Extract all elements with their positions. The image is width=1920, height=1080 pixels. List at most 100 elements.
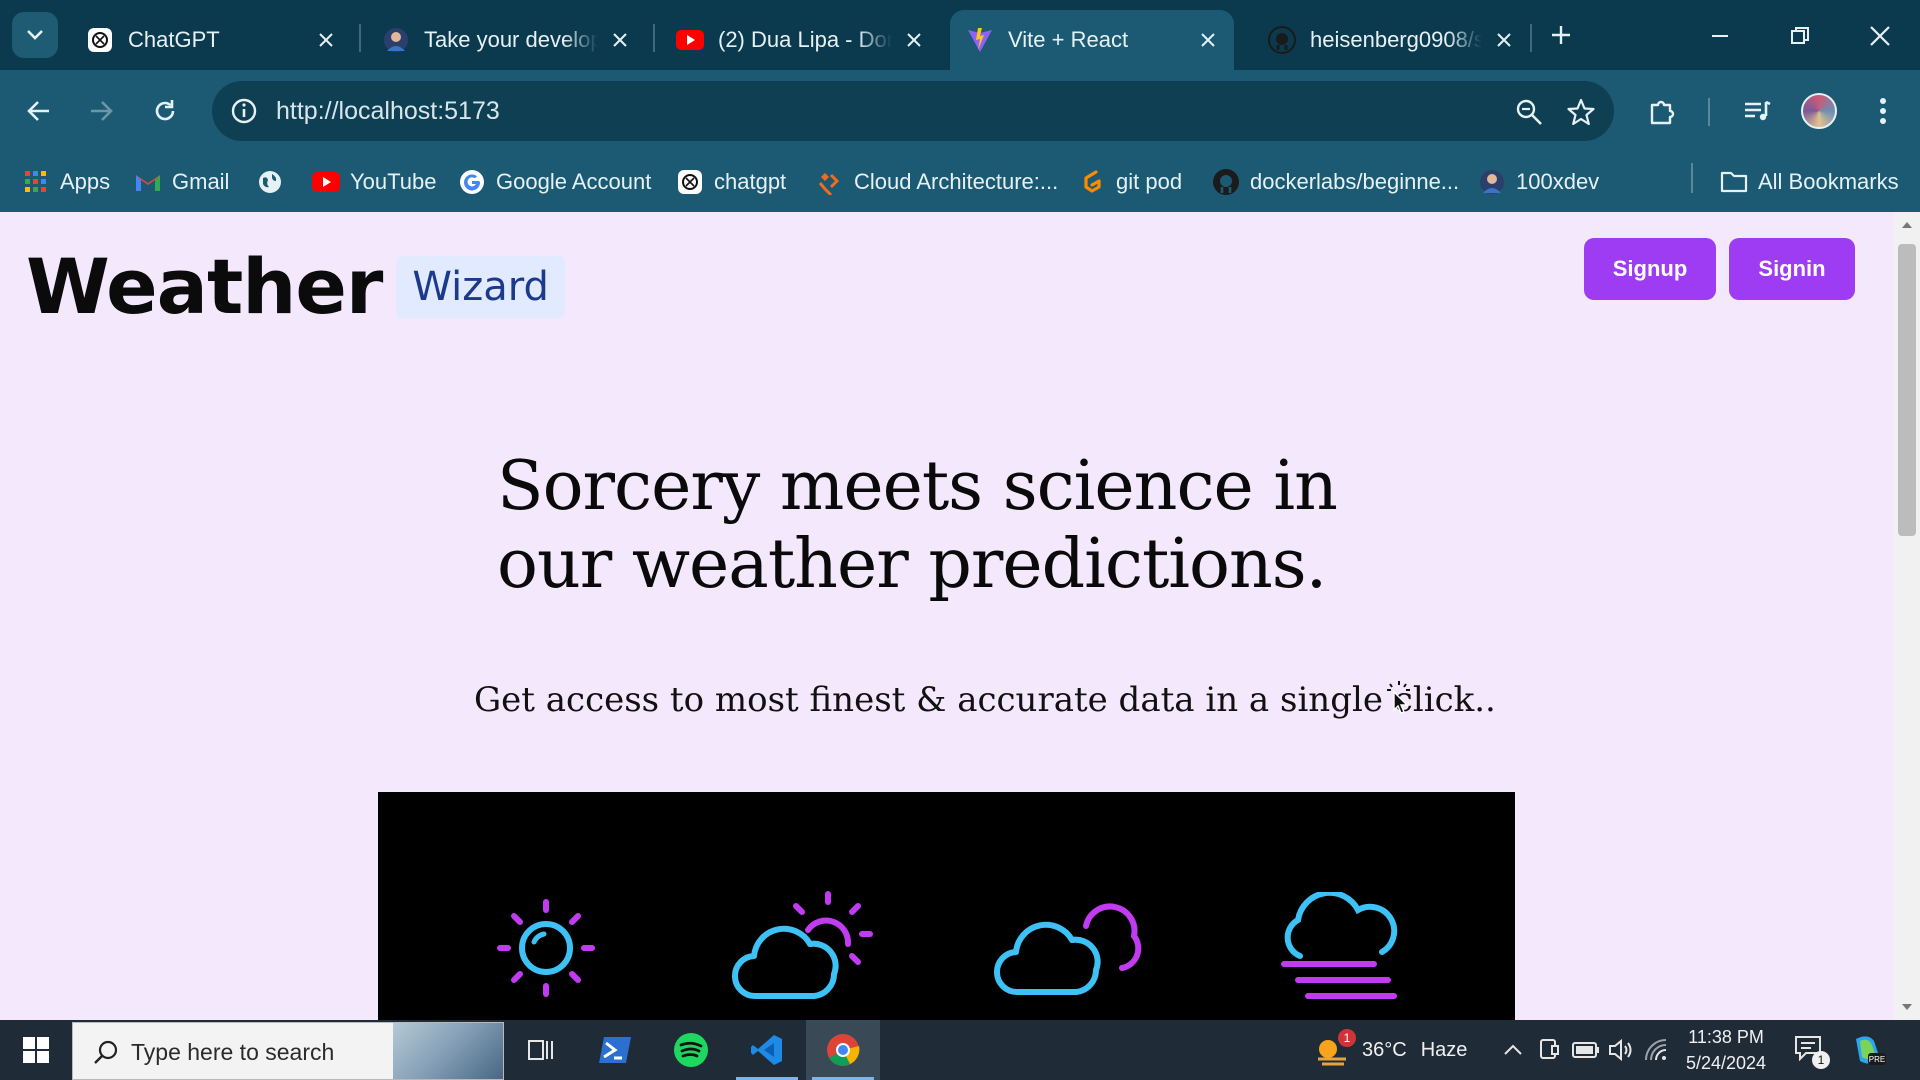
chatgpt-icon bbox=[676, 168, 704, 196]
signin-button[interactable]: Signin bbox=[1729, 238, 1855, 300]
vite-icon bbox=[966, 26, 994, 54]
taskbar-chrome[interactable] bbox=[806, 1020, 880, 1080]
avatar-icon bbox=[1478, 168, 1506, 196]
bookmark-globe[interactable] bbox=[256, 164, 294, 200]
bookmark-chatgpt[interactable]: chatgpt bbox=[676, 164, 786, 200]
puzzle-icon bbox=[1650, 100, 1675, 125]
bookmark-git-pod[interactable]: git pod bbox=[1078, 164, 1182, 200]
hero-subtitle: Get access to most finest & accurate dat… bbox=[474, 680, 1496, 720]
task-view-button[interactable] bbox=[504, 1020, 578, 1080]
brand-badge: Wizard bbox=[396, 255, 565, 318]
bookmark-apps[interactable]: Apps bbox=[22, 164, 110, 200]
meet-now-tray[interactable] bbox=[1538, 1020, 1560, 1080]
battery-tray[interactable] bbox=[1572, 1020, 1600, 1080]
search-placeholder: Type here to search bbox=[131, 1039, 335, 1065]
tab-dua-lipa[interactable]: (2) Dua Lipa - Don bbox=[660, 10, 940, 70]
reload-icon bbox=[155, 100, 175, 121]
tab-vite-react[interactable]: Vite + React bbox=[950, 10, 1234, 70]
clock-date: 5/24/2024 bbox=[1685, 1053, 1767, 1073]
windows-taskbar: Type here to search 1 36°C Haze 11:38 PM… bbox=[0, 1020, 1920, 1080]
site-info-icon[interactable] bbox=[226, 93, 262, 129]
wifi-icon bbox=[1645, 1039, 1667, 1061]
svg-text:PRE: PRE bbox=[1869, 1055, 1885, 1064]
address-bar[interactable]: http://localhost:5173 bbox=[212, 81, 1614, 141]
minimize-button[interactable] bbox=[1698, 14, 1742, 58]
back-button[interactable] bbox=[16, 88, 62, 134]
bookmark-label: Apps bbox=[60, 169, 111, 194]
bookmark-google-account[interactable]: Google Account bbox=[458, 164, 651, 200]
copilot-button[interactable]: PRE bbox=[1850, 1020, 1886, 1080]
notification-center[interactable]: 1 bbox=[1794, 1020, 1830, 1080]
tab-title: (2) Dua Lipa - Don bbox=[718, 27, 892, 52]
weather-temp: 36°C bbox=[1362, 1038, 1407, 1061]
more-vertical-icon bbox=[1880, 98, 1886, 124]
close-icon bbox=[1870, 26, 1890, 46]
chatgpt-icon bbox=[86, 26, 114, 54]
browser-menu-button[interactable] bbox=[1862, 90, 1904, 132]
site-logo[interactable]: Weather Wizard bbox=[26, 242, 565, 331]
browser-toolbar: http://localhost:5173 bbox=[0, 70, 1920, 152]
restore-button[interactable] bbox=[1778, 14, 1822, 58]
bookmark-cloud-architecture[interactable]: Cloud Architecture:... bbox=[816, 164, 1058, 200]
task-view-icon bbox=[528, 1040, 553, 1060]
start-button[interactable] bbox=[0, 1020, 72, 1080]
copilot-icon: PRE bbox=[1856, 1036, 1886, 1065]
close-window-button[interactable] bbox=[1858, 14, 1902, 58]
taskbar-powershell[interactable] bbox=[578, 1020, 652, 1080]
close-icon[interactable] bbox=[900, 26, 928, 54]
all-bookmarks[interactable]: All Bookmarks bbox=[1720, 164, 1899, 200]
profile-avatar[interactable] bbox=[1801, 93, 1837, 129]
forward-button[interactable] bbox=[78, 88, 124, 134]
taskbar-spotify[interactable] bbox=[654, 1020, 728, 1080]
page-scrollbar[interactable] bbox=[1894, 212, 1920, 1020]
gitpod-icon bbox=[1078, 168, 1106, 196]
system-clock[interactable]: 11:38 PM 5/24/2024 bbox=[1676, 1024, 1776, 1076]
windows-logo-icon bbox=[23, 1037, 49, 1063]
new-tab-button[interactable] bbox=[1544, 18, 1578, 52]
close-icon[interactable] bbox=[312, 26, 340, 54]
page-viewport: Weather Wizard Signup Signin Sorcery mee… bbox=[0, 212, 1920, 1020]
scroll-up-arrow-icon[interactable] bbox=[1900, 218, 1914, 232]
reload-button[interactable] bbox=[142, 88, 188, 134]
extensions-button[interactable] bbox=[1642, 90, 1684, 132]
arrow-right-icon bbox=[91, 101, 113, 121]
bookmark-label: Cloud Architecture:... bbox=[854, 169, 1059, 194]
bookmark-star-icon[interactable] bbox=[1564, 95, 1598, 129]
bookmarks-separator bbox=[1691, 163, 1693, 193]
taskbar-vscode[interactable] bbox=[730, 1020, 804, 1080]
scroll-down-arrow-icon[interactable] bbox=[1900, 1000, 1914, 1014]
url-text[interactable]: http://localhost:5173 bbox=[276, 97, 500, 126]
close-icon[interactable] bbox=[1490, 26, 1518, 54]
tab-separator bbox=[653, 24, 655, 52]
all-bookmarks-label: All Bookmarks bbox=[1758, 169, 1899, 194]
media-playlist-icon bbox=[1745, 100, 1771, 121]
tab-take-your-develop[interactable]: Take your develop bbox=[366, 10, 646, 70]
tab-github-heisenberg[interactable]: heisenberg0908/s bbox=[1252, 10, 1530, 70]
avatar-icon bbox=[382, 26, 410, 54]
tab-chatgpt[interactable]: ChatGPT bbox=[70, 10, 352, 70]
close-icon[interactable] bbox=[1194, 26, 1222, 54]
tab-title: ChatGPT bbox=[128, 27, 220, 52]
cloud-arch-icon bbox=[816, 168, 844, 196]
media-control-button[interactable] bbox=[1736, 90, 1778, 132]
show-hidden-icons[interactable] bbox=[1502, 1020, 1524, 1080]
close-icon[interactable] bbox=[606, 26, 634, 54]
network-tray[interactable] bbox=[1644, 1020, 1668, 1080]
weather-widget[interactable]: 1 36°C Haze bbox=[1314, 1020, 1467, 1080]
volume-tray[interactable] bbox=[1608, 1020, 1634, 1080]
hero-title: Sorcery meets science in our weather pre… bbox=[497, 447, 1338, 604]
scrollbar-thumb[interactable] bbox=[1898, 244, 1916, 536]
signup-button[interactable]: Signup bbox=[1584, 238, 1716, 300]
bookmark-dockerlabs[interactable]: dockerlabs/beginne... bbox=[1212, 164, 1459, 200]
bookmark-gmail[interactable]: Gmail bbox=[134, 164, 229, 200]
sun-icon bbox=[497, 899, 595, 997]
weather-icons-panel bbox=[378, 792, 1515, 1020]
globe-icon bbox=[256, 168, 284, 196]
tab-search-button[interactable] bbox=[12, 12, 58, 58]
bookmark-youtube[interactable]: YouTube bbox=[312, 164, 436, 200]
arrow-left-icon bbox=[27, 101, 49, 121]
taskbar-search-box[interactable]: Type here to search bbox=[72, 1022, 504, 1080]
weather-widget-icon: 1 bbox=[1314, 1029, 1356, 1067]
bookmark-100xdev[interactable]: 100xdev bbox=[1478, 164, 1599, 200]
zoom-icon[interactable] bbox=[1512, 95, 1546, 129]
